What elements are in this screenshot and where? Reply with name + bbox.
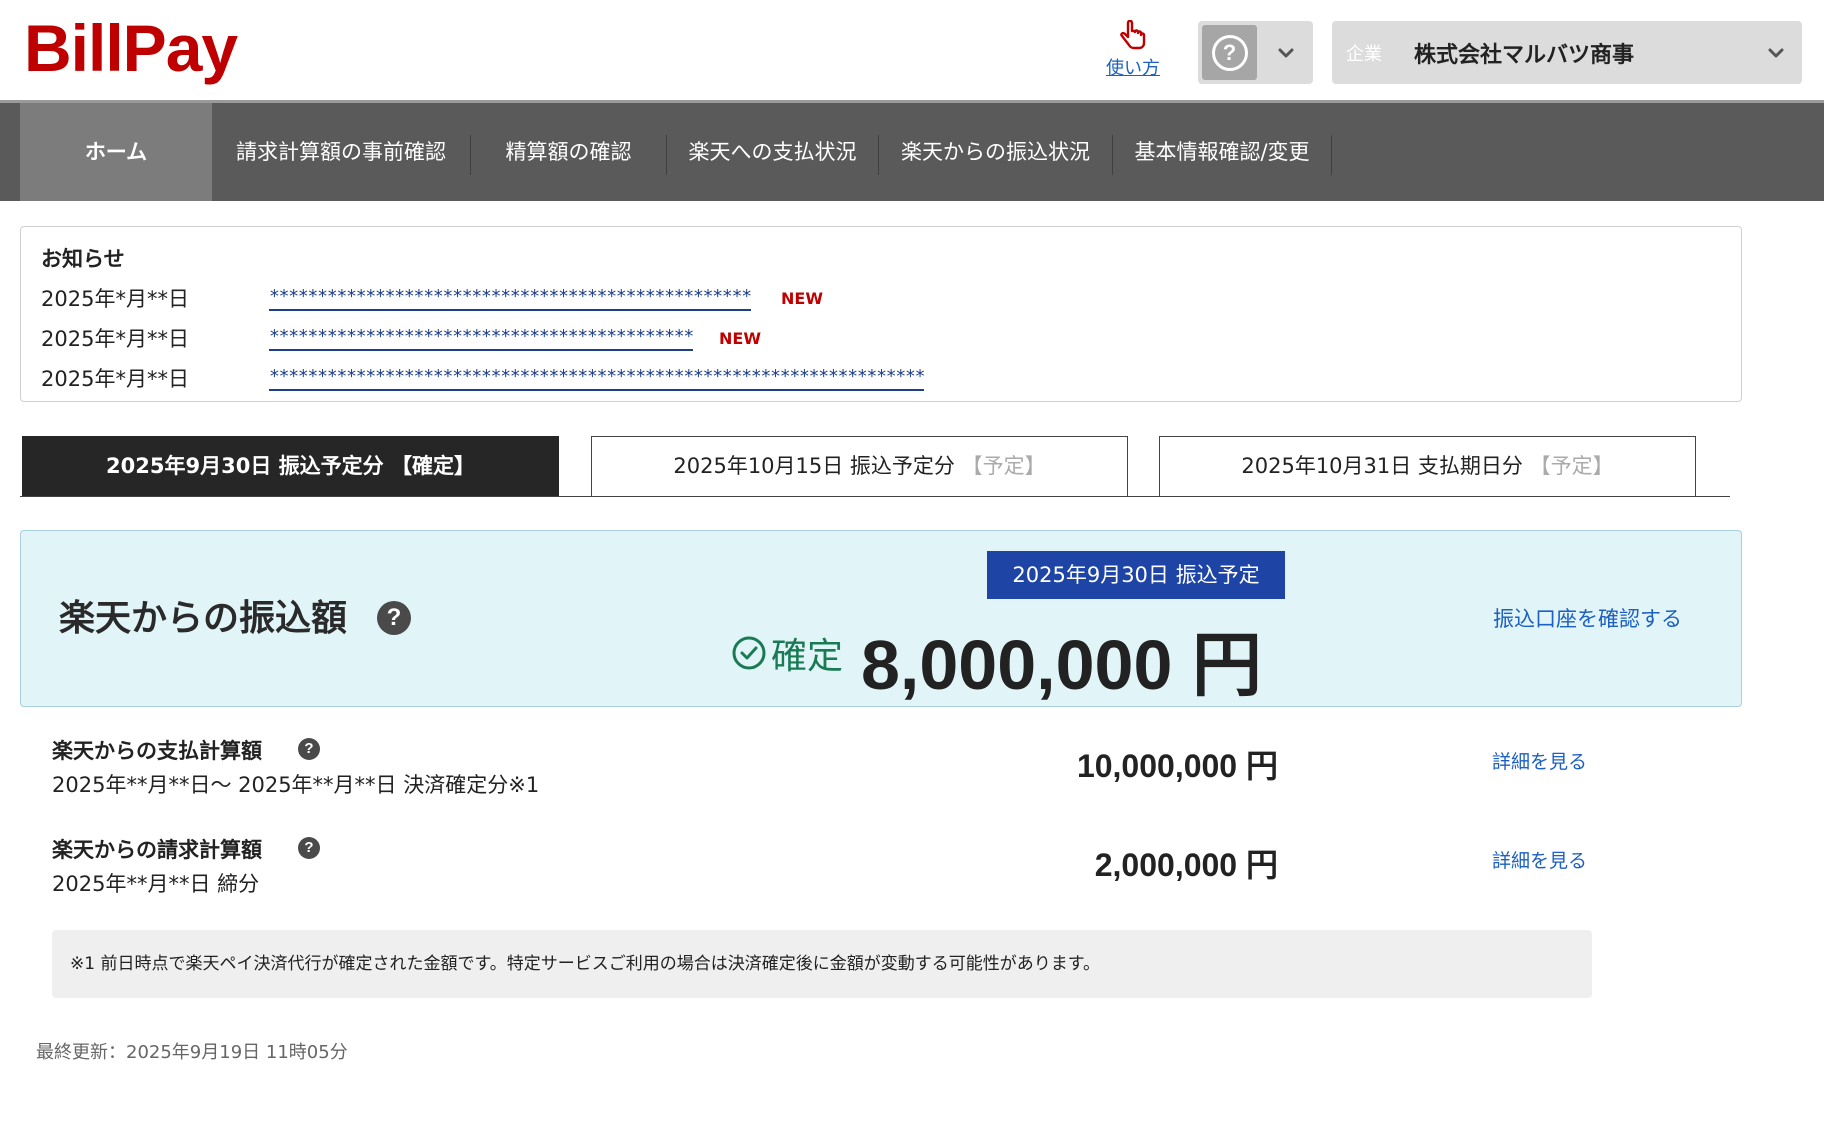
nav-payment-status[interactable]: 楽天への支払状況 [667, 103, 878, 201]
confirmed-status: 確定 [731, 627, 843, 679]
confirmed-label: 確定 [771, 636, 844, 677]
help-icon[interactable]: ? [298, 738, 320, 760]
last-updated: 最終更新：2025年9月19日 11時05分 [36, 1042, 348, 1063]
new-badge: NEW [781, 289, 823, 308]
nav-billing-preview[interactable]: 請求計算額の事前確認 [212, 103, 470, 201]
nav-basic-info[interactable]: 基本情報確認/変更 [1113, 103, 1331, 201]
notice-date: 2025年*月**日 [41, 327, 189, 351]
new-badge: NEW [719, 329, 761, 348]
notice-item: 2025年*月**日 *****************************… [41, 283, 1721, 315]
nav-home[interactable]: ホーム [20, 103, 212, 201]
help-icon[interactable]: ? [298, 837, 320, 859]
billpay-logo[interactable]: BillPay [24, 8, 238, 88]
billing-calc-row: 楽天からの請求計算額 ? 2025年**月**日 締分 2,000,000 円 … [52, 834, 1592, 914]
item-amount: 10,000,000 円 [1076, 748, 1278, 784]
item-label: 楽天からの支払計算額 [52, 739, 262, 763]
company-selector[interactable]: 企業 株式会社マルバツ商事 [1332, 21, 1802, 84]
item-period: 2025年**月**日 締分 [52, 872, 260, 896]
notice-link[interactable]: ****************************************… [269, 285, 752, 311]
tab-label: 2025年10月15日 振込予定分 [673, 454, 962, 478]
chevron-down-icon [1768, 48, 1784, 58]
item-label: 楽天からの請求計算額 [52, 838, 262, 862]
tab-status: 【確定】 [390, 454, 475, 478]
question-icon: ? [1211, 34, 1248, 71]
notice-title: お知らせ [41, 247, 125, 271]
tab-oct15[interactable]: 2025年10月15日 振込予定分 【予定】 [591, 436, 1128, 497]
detail-link[interactable]: 詳細を見る [1492, 846, 1587, 873]
howto-link[interactable]: 使い方 [1100, 20, 1166, 82]
help-dropdown[interactable]: ? [1198, 21, 1313, 84]
tab-oct31[interactable]: 2025年10月31日 支払期日分 【予定】 [1159, 436, 1696, 497]
notice-panel: お知らせ 2025年*月**日 ************************… [20, 226, 1742, 402]
footnote: ※1 前日時点で楽天ペイ決済代行が確定された金額です。特定サービスご利用の場合は… [52, 930, 1592, 998]
notice-link[interactable]: ****************************************… [269, 365, 926, 391]
chevron-down-icon [1278, 48, 1294, 58]
tab-label: 2025年10月31日 支払期日分 [1241, 454, 1530, 478]
notice-date: 2025年*月**日 [41, 367, 189, 391]
check-circle-icon [732, 636, 766, 670]
payment-calc-row: 楽天からの支払計算額 ? 2025年**月**日〜 2025年**月**日 決済… [52, 735, 1592, 815]
tab-status: 【予定】 [961, 454, 1046, 478]
transfer-title: 楽天からの振込額 [59, 598, 348, 639]
hand-pointer-icon [1120, 20, 1146, 50]
check-account-link[interactable]: 振込口座を確認する [1493, 603, 1682, 633]
transfer-panel: 楽天からの振込額 ? 2025年9月30日 振込予定 確定 8,000,000 … [20, 530, 1742, 707]
notice-item: 2025年*月**日 *****************************… [41, 363, 1721, 395]
nav-transfer-status[interactable]: 楽天からの振込状況 [879, 103, 1112, 201]
help-icon[interactable]: ? [377, 601, 411, 635]
nav-settlement[interactable]: 精算額の確認 [471, 103, 666, 201]
item-amount: 2,000,000 円 [1094, 847, 1278, 883]
transfer-amount: 8,000,000 円 [861, 626, 1262, 704]
tab-underline [20, 496, 1730, 497]
tab-sep30[interactable]: 2025年9月30日 振込予定分 【確定】 [22, 436, 559, 497]
help-box: ? [1202, 25, 1257, 80]
notice-link[interactable]: ****************************************… [269, 325, 694, 351]
company-label: 企業 [1346, 44, 1382, 65]
schedule-badge: 2025年9月30日 振込予定 [987, 551, 1285, 599]
tab-status: 【予定】 [1529, 454, 1614, 478]
notice-item: 2025年*月**日 *****************************… [41, 323, 1721, 355]
notice-date: 2025年*月**日 [41, 287, 189, 311]
nav-divider [1331, 135, 1332, 175]
header: BillPay 使い方 ? 企業 株式会社マルバツ商事 [0, 0, 1824, 103]
main-nav: ホーム 請求計算額の事前確認 精算額の確認 楽天への支払状況 楽天からの振込状況… [0, 103, 1824, 201]
howto-label: 使い方 [1106, 58, 1160, 79]
detail-link[interactable]: 詳細を見る [1492, 747, 1587, 774]
item-period: 2025年**月**日〜 2025年**月**日 決済確定分※1 [52, 773, 540, 797]
company-name: 株式会社マルバツ商事 [1414, 43, 1635, 68]
tab-label: 2025年9月30日 振込予定分 [106, 454, 391, 478]
